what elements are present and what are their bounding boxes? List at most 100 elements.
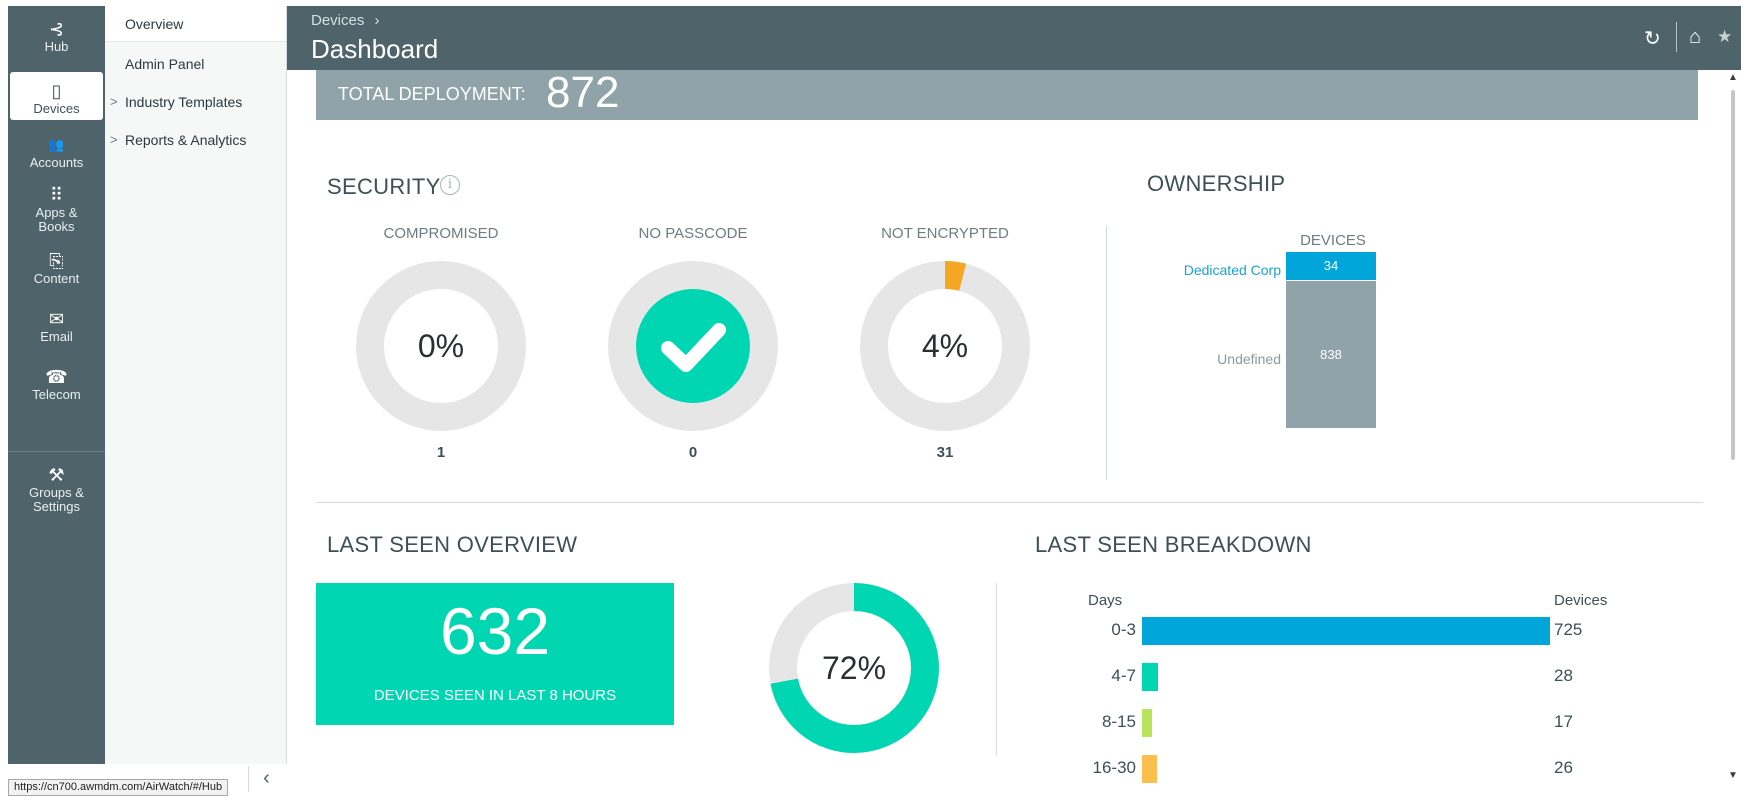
last-seen-overview-title: LAST SEEN OVERVIEW <box>327 532 578 557</box>
devices-seen-value: 632 <box>439 594 551 668</box>
mobile-device-icon: ▯ <box>51 81 62 101</box>
count-not-encrypted[interactable]: 31 <box>845 444 1045 461</box>
ownership-value-dedicated-corp: 34 <box>1323 258 1339 273</box>
total-deployment-label: TOTAL DEPLOYMENT: <box>338 84 526 104</box>
section-divider-vertical <box>996 583 997 755</box>
chevron-left-icon: ‹ <box>263 767 270 789</box>
subnav-item-label: Industry Templates <box>125 94 243 110</box>
breakdown-value-label: 26 <box>1554 758 1573 777</box>
breakdown-bar[interactable] <box>1142 709 1152 737</box>
breakdown-bar[interactable] <box>1142 617 1550 645</box>
donut-label-no-passcode: NO PASSCODE <box>638 225 748 242</box>
count-no-passcode[interactable]: 0 <box>593 444 793 461</box>
breakdown-devices-header: Devices <box>1554 592 1608 609</box>
subnav-item-admin-panel[interactable]: Admin Panel <box>105 46 286 82</box>
donut-compromised[interactable]: 0% <box>355 260 527 432</box>
donut-last-seen[interactable]: 72% <box>768 582 940 754</box>
breakdown-category-label: 4-7 <box>1111 666 1136 685</box>
breakdown-value-label: 17 <box>1554 712 1573 731</box>
scroll-down-icon[interactable]: ▼ <box>1728 770 1738 781</box>
nav-telecom[interactable]: ☎ Telecom <box>10 366 103 414</box>
devices-seen-caption: DEVICES SEEN IN LAST 8 HOURS <box>373 687 617 704</box>
subnav-item-overview[interactable]: Overview <box>105 6 286 42</box>
tools-icon: ⚒ <box>48 465 65 485</box>
breakdown-value-label: 28 <box>1554 666 1573 685</box>
subnav-item-industry-templates[interactable]: > Industry Templates <box>105 84 286 120</box>
breakdown-days-header: Days <box>1088 592 1123 609</box>
checkmark-icon <box>661 323 726 372</box>
nav-settings-label: Settings <box>33 499 80 514</box>
total-deployment-banner: TOTAL DEPLOYMENT: 872 <box>316 68 1698 120</box>
ownership-value-undefined: 838 <box>1320 347 1342 362</box>
breakdown-value-label: 725 <box>1554 620 1583 639</box>
users-icon: 👥 <box>48 137 65 152</box>
nav-devices[interactable]: ▯ Devices <box>10 72 103 120</box>
nav-accounts[interactable]: 👥 Accounts <box>10 134 103 182</box>
sub-nav-panel: Overview Admin Panel > Industry Template… <box>105 6 287 764</box>
ownership-bar-dedicated-corp[interactable]: 34 <box>1286 252 1376 280</box>
rail-divider <box>8 451 105 452</box>
envelope-icon: ✉ <box>48 309 65 329</box>
chevron-right-icon: > <box>110 132 118 147</box>
scroll-thumb[interactable] <box>1731 90 1735 460</box>
main-scrollbar[interactable]: ▲ ▼ <box>1726 70 1741 794</box>
donut-not-encrypted-percent: 4% <box>921 328 969 364</box>
nav-content[interactable]: ⎘ Content <box>10 250 103 298</box>
security-title: SECURITY <box>327 174 441 199</box>
last-seen-breakdown-title: LAST SEEN BREAKDOWN <box>1035 532 1312 557</box>
nav-hub[interactable]: ⊰ Hub <box>10 18 103 66</box>
breakdown-bar[interactable] <box>1142 755 1157 783</box>
refresh-icon[interactable]: ↻ <box>1644 26 1661 51</box>
subnav-item-label: Overview <box>125 16 184 32</box>
section-divider-horizontal <box>316 502 1703 503</box>
ownership-bar-undefined[interactable]: 838 <box>1286 281 1376 428</box>
nav-groups-label: Groups & <box>29 485 84 500</box>
scroll-up-icon[interactable]: ▲ <box>1728 72 1738 83</box>
total-deployment-value[interactable]: 872 <box>546 68 619 118</box>
nav-groups-settings[interactable]: ⚒ Groups & Settings <box>10 464 103 526</box>
app-window: ⊰ Hub ▯ Devices 👥 Accounts ⠿ Apps & Book… <box>0 0 1741 797</box>
breadcrumb-devices-link[interactable]: Devices <box>311 12 364 29</box>
breakdown-bar[interactable] <box>1142 663 1158 691</box>
page-header: Devices › Dashboard ↻ ⌂ ★ <box>287 6 1741 70</box>
ownership-label-dedicated-corp[interactable]: Dedicated Corp <box>1131 262 1281 278</box>
nav-books-label: Books <box>38 219 75 234</box>
donut-label-not-encrypted: NOT ENCRYPTED <box>881 225 1009 242</box>
star-icon[interactable]: ★ <box>1717 27 1732 47</box>
breakdown-category-label: 8-15 <box>1101 712 1136 731</box>
donut-compromised-percent: 0% <box>417 328 465 364</box>
count-compromised[interactable]: 1 <box>341 444 541 461</box>
donut-last-seen-percent: 72% <box>821 650 887 686</box>
chevron-right-icon: > <box>110 94 118 109</box>
content-docs-icon: ⎘ <box>49 251 64 271</box>
info-icon[interactable]: i <box>440 175 460 195</box>
checkmark-stroke <box>661 323 726 372</box>
page-title: Dashboard <box>311 34 439 64</box>
collapse-sidebar-button[interactable]: ‹ <box>248 766 284 792</box>
donut-no-passcode[interactable] <box>607 260 779 432</box>
nav-email[interactable]: ✉ Email <box>10 308 103 356</box>
nav-email-label: Email <box>40 329 73 344</box>
ownership-label-undefined[interactable]: Undefined <box>1131 351 1281 367</box>
breakdown-category-label: 0-3 <box>1111 620 1136 639</box>
nav-apps-books[interactable]: ⠿ Apps & Books <box>10 184 103 240</box>
subnav-item-label: Admin Panel <box>125 56 205 72</box>
home-icon[interactable]: ⌂ <box>1689 26 1701 49</box>
nav-accounts-label: Accounts <box>29 155 84 170</box>
nav-content-label: Content <box>33 271 80 286</box>
donut-label-compromised: COMPROMISED <box>383 225 499 242</box>
section-divider-vertical <box>1106 226 1107 480</box>
nav-telecom-label: Telecom <box>32 387 81 402</box>
donut-not-encrypted[interactable]: 4% <box>859 260 1031 432</box>
nav-hub-label: Hub <box>44 39 69 54</box>
main-nav-rail: ⊰ Hub ▯ Devices 👥 Accounts ⠿ Apps & Book… <box>8 6 105 764</box>
subnav-item-reports-analytics[interactable]: > Reports & Analytics <box>105 122 286 158</box>
ownership-title: OWNERSHIP <box>1147 171 1286 196</box>
header-divider <box>1676 22 1677 52</box>
breadcrumb-separator-icon: › <box>374 12 380 29</box>
phone-icon: ☎ <box>45 367 68 387</box>
nav-devices-label: Devices <box>33 101 80 116</box>
apps-grid-icon: ⠿ <box>49 185 64 205</box>
nav-apps-label: Apps & <box>35 205 78 220</box>
devices-seen-tile[interactable]: 632 DEVICES SEEN IN LAST 8 HOURS <box>316 583 674 725</box>
